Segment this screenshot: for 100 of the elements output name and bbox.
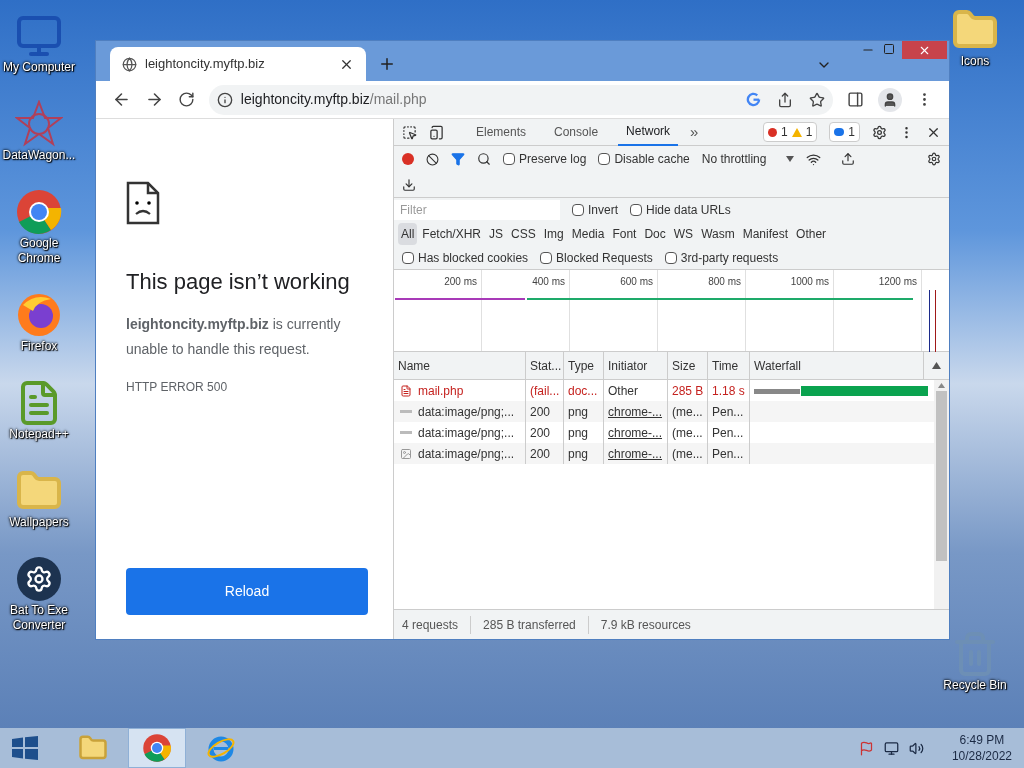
browser-tab[interactable]: leightoncity.myftp.biz	[110, 47, 366, 81]
table-cell-text: 1.18 s	[712, 382, 745, 400]
checkbox[interactable]	[540, 251, 553, 264]
sort-icon[interactable]	[932, 362, 941, 369]
devtools-tab[interactable]: Console	[546, 118, 607, 146]
initiator-link[interactable]: chrome-...	[608, 402, 662, 421]
initiator-link[interactable]: chrome-...	[608, 444, 662, 463]
table-cell-text: 200	[530, 445, 551, 463]
time-tick: 200 ms	[444, 275, 477, 286]
close-window-button[interactable]	[902, 41, 947, 59]
request-row[interactable]: data:image/png;... 200 png chrome-... (me... Pen...	[394, 401, 934, 422]
search-icon[interactable]	[477, 152, 491, 166]
clock-date[interactable]: 10/28/2022	[951, 748, 1012, 764]
upload-icon[interactable]	[841, 152, 856, 166]
request-name: data:image/png;...	[418, 403, 515, 421]
messages-badge[interactable]: 1	[829, 122, 860, 142]
network-icon[interactable]	[883, 740, 899, 756]
network-conditions-icon[interactable]	[806, 151, 822, 167]
clear-icon[interactable]	[426, 152, 439, 166]
sad-page-icon	[126, 181, 160, 225]
checkbox[interactable]	[630, 204, 642, 216]
star-icon[interactable]	[809, 91, 826, 108]
type-filter[interactable]: Other	[793, 223, 830, 245]
side-panel-icon[interactable]	[847, 91, 865, 108]
scroll-up-icon[interactable]	[938, 383, 945, 388]
column-header[interactable]: Time	[712, 356, 739, 375]
type-filter[interactable]: Manifest	[739, 223, 792, 245]
checkbox[interactable]	[664, 251, 677, 264]
checkbox[interactable]	[503, 153, 515, 165]
column-header[interactable]: Waterfall	[754, 356, 801, 375]
document-icon	[400, 384, 412, 397]
request-name: mail.php	[418, 382, 464, 400]
settings-icon[interactable]	[927, 152, 941, 166]
star-pattern-icon	[15, 100, 63, 148]
column-header[interactable]: Name	[398, 356, 430, 375]
table-cell-text: (fail...	[530, 382, 560, 400]
table-cell-text: Pen...	[712, 445, 744, 463]
column-header[interactable]: Stat...	[530, 356, 562, 375]
record-icon[interactable]	[402, 153, 414, 165]
table-cell-text: 200	[530, 403, 551, 421]
fox-circle-icon	[15, 291, 63, 339]
share-icon[interactable]	[777, 91, 794, 108]
speaker-icon[interactable]	[908, 740, 924, 756]
checkbox-label: Has blocked cookies	[418, 249, 529, 267]
error-code: HTTP ERROR 500	[126, 379, 229, 396]
address-bar[interactable]: leightoncity.myftp.biz/mail.php	[208, 84, 834, 115]
type-filter[interactable]: Fetch/XHR	[419, 223, 485, 245]
reload-icon[interactable]	[177, 91, 195, 108]
back-icon[interactable]	[112, 90, 131, 109]
new-tab-icon[interactable]	[378, 55, 396, 73]
table-cell-text: png	[568, 445, 589, 463]
table-cell-text: Pen...	[712, 424, 744, 442]
reload-button[interactable]: Reload	[126, 568, 368, 615]
download-icon[interactable]	[402, 177, 416, 192]
start-icon[interactable]	[12, 736, 38, 760]
desktop-icon-label[interactable]: Recycle Bin	[943, 678, 1007, 693]
checkbox[interactable]	[572, 204, 584, 216]
table-cell-text: 200	[530, 424, 551, 442]
circle-logo-icon	[15, 188, 63, 236]
filter-field[interactable]: Filter	[394, 200, 560, 220]
letter-g-icon[interactable]	[746, 92, 762, 107]
type-filter[interactable]: Wasm	[698, 223, 738, 245]
type-filter[interactable]: Img	[540, 223, 567, 245]
checkbox[interactable]	[402, 251, 414, 264]
type-filter[interactable]: All	[398, 223, 418, 245]
type-filter[interactable]: WS	[670, 223, 697, 245]
column-header[interactable]: Initiator	[608, 356, 648, 375]
checkbox-label: Preserve log	[519, 151, 587, 168]
type-filter[interactable]: Media	[568, 223, 608, 245]
initiator-link[interactable]: chrome-...	[608, 423, 662, 442]
desktop-icon-label[interactable]: My Computer	[3, 60, 75, 75]
flag-icon[interactable]	[858, 740, 874, 756]
circle-logo-icon	[142, 733, 172, 763]
clock-time[interactable]: 6:49 PM	[959, 732, 1005, 748]
throttling-select[interactable]: No throttling	[701, 150, 795, 168]
scrollbar[interactable]	[934, 380, 949, 609]
taskbar-app[interactable]	[128, 728, 186, 768]
type-filter[interactable]: Doc	[641, 223, 669, 245]
filter-icon[interactable]	[451, 152, 465, 166]
type-filter[interactable]: CSS	[508, 223, 539, 245]
profile-avatar[interactable]	[878, 87, 903, 112]
issues-badge[interactable]: 1 1	[762, 122, 818, 142]
column-header[interactable]: Type	[568, 356, 594, 375]
maximize-icon[interactable]	[883, 43, 895, 55]
checkbox-label: Hide data URLs	[646, 202, 731, 219]
type-filter[interactable]: Font	[609, 223, 640, 245]
desktop-icon-label[interactable]: Icons	[960, 54, 990, 69]
timeline-marker	[935, 290, 936, 352]
inspect-icon[interactable]	[402, 124, 417, 140]
checkbox[interactable]	[598, 153, 611, 165]
type-filter[interactable]: JS	[486, 223, 507, 245]
settings-icon[interactable]	[872, 124, 887, 140]
request-row[interactable]: data:image/png;... 200 png chrome-... (me... Pen...	[394, 443, 934, 464]
checkbox-label: Disable cache	[614, 151, 690, 168]
device-icon[interactable]	[429, 124, 444, 140]
more-tabs[interactable]: »	[690, 120, 699, 144]
table-cell-text: doc...	[568, 382, 598, 400]
devtools-tab[interactable]: Elements	[468, 118, 535, 146]
column-header[interactable]: Size	[672, 356, 696, 375]
error-title: This page isn’t working	[126, 268, 351, 296]
